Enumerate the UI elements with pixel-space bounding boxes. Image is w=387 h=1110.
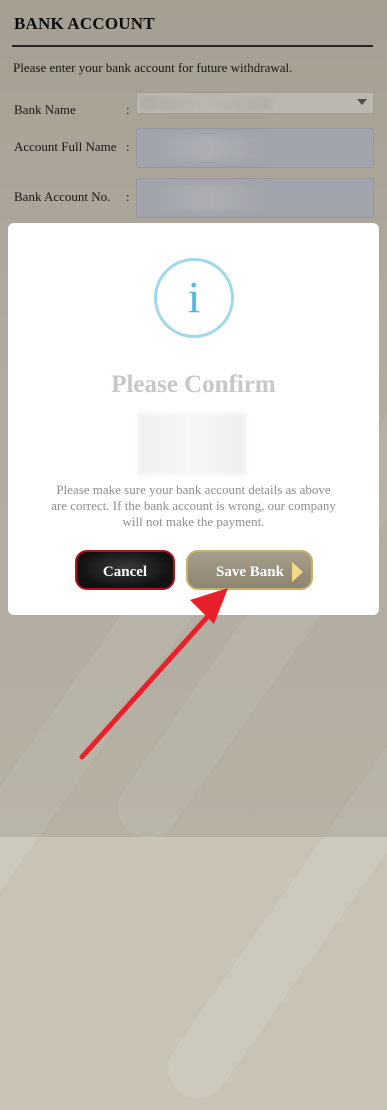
confirm-dialog: i Please Confirm Please make sure your b… bbox=[8, 223, 379, 615]
save-bank-label: Save Bank bbox=[216, 564, 284, 580]
redacted-account-preview bbox=[138, 413, 246, 475]
info-icon: i bbox=[154, 258, 234, 338]
dialog-message: Please make sure your bank account detai… bbox=[51, 482, 336, 529]
cancel-button[interactable]: Cancel bbox=[75, 550, 175, 590]
arrow-right-icon bbox=[292, 562, 303, 582]
dialog-title: Please Confirm bbox=[111, 371, 276, 398]
save-bank-button[interactable]: Save Bank bbox=[186, 550, 313, 590]
